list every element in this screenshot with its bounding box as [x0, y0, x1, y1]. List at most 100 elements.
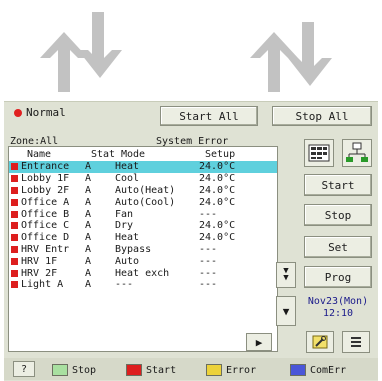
- row-stat: A: [85, 243, 92, 255]
- unit-list: Name Stat Mode Setup Entrance A Heat 24.0°C…: [8, 146, 278, 352]
- table-row[interactable]: HRV 1F A Auto ---: [9, 255, 277, 267]
- row-mode: Auto(Heat): [115, 184, 176, 196]
- row-mode: Heat: [115, 232, 140, 244]
- row-setup: 24.0°C: [199, 161, 236, 173]
- legend-start: Start: [126, 364, 176, 376]
- row-stat: A: [85, 255, 92, 267]
- row-name: Light A: [21, 279, 64, 291]
- row-stat: A: [85, 267, 92, 279]
- status-square-icon: [11, 175, 18, 183]
- stop-all-button[interactable]: Stop All: [272, 106, 372, 126]
- row-mode: Cool: [115, 173, 140, 185]
- table-row[interactable]: Lobby 1F A Cool 24.0°C: [9, 173, 277, 185]
- column-setup: Setup: [205, 148, 236, 160]
- legend-swatch: [126, 364, 142, 376]
- row-name: HRV Entr: [21, 243, 70, 255]
- row-name: Office D: [21, 232, 70, 244]
- table-row[interactable]: Light A A --- ---: [9, 279, 277, 291]
- table-row[interactable]: HRV Entr A Bypass ---: [9, 244, 277, 256]
- tools-button[interactable]: [306, 331, 334, 353]
- row-mode: Heat exch: [115, 267, 170, 279]
- status-square-icon: [11, 186, 18, 194]
- row-name: HRV 1F: [21, 255, 58, 267]
- table-row[interactable]: Lobby 2F A Auto(Heat) 24.0°C: [9, 185, 277, 197]
- status-square-icon: [11, 269, 18, 277]
- table-row[interactable]: HRV 2F A Heat exch ---: [9, 267, 277, 279]
- column-name: Name: [27, 148, 52, 160]
- page-down-button[interactable]: ▼ ▼: [276, 262, 296, 288]
- legend-label: Stop: [72, 364, 97, 376]
- list-rows: Entrance A Heat 24.0°C Lobby 1F A Cool 24.0°C Lo…: [9, 161, 277, 291]
- status-square-icon: [11, 234, 18, 242]
- row-name: Office B: [21, 208, 70, 220]
- row-stat: A: [85, 279, 92, 291]
- row-stat: A: [85, 161, 92, 173]
- row-setup: 24.0°C: [199, 184, 236, 196]
- time-text: 12:10: [322, 308, 354, 319]
- legend-label: ComErr: [310, 364, 347, 376]
- set-button[interactable]: Set: [304, 236, 372, 258]
- table-row[interactable]: Office B A Fan ---: [9, 208, 277, 220]
- row-name: Office A: [21, 196, 70, 208]
- prog-button[interactable]: Prog: [304, 266, 372, 288]
- scroll-down-button[interactable]: ▼: [276, 296, 296, 326]
- help-button[interactable]: ?: [13, 361, 35, 377]
- down-arrow-icon: [78, 12, 122, 78]
- stop-label: Stop: [324, 208, 352, 222]
- start-all-label: Start All: [179, 109, 239, 123]
- tools-icon: [312, 335, 328, 349]
- network-button[interactable]: [342, 139, 372, 167]
- group-view-button[interactable]: [304, 139, 334, 167]
- legend-label: Error: [226, 364, 257, 376]
- table-row[interactable]: Office A A Auto(Cool) 24.0°C: [9, 196, 277, 208]
- row-setup: 24.0°C: [199, 220, 236, 232]
- status-dot-icon: [14, 108, 22, 117]
- row-mode: Fan: [115, 208, 134, 220]
- row-mode: Heat: [115, 161, 140, 173]
- row-setup: ---: [199, 208, 218, 220]
- row-mode: Bypass: [115, 243, 152, 255]
- legend-swatch: [290, 364, 306, 376]
- status-square-icon: [11, 210, 18, 218]
- start-all-button[interactable]: Start All: [160, 106, 258, 126]
- row-mode: Auto(Cool): [115, 196, 176, 208]
- date-text: Nov23(Mon): [307, 296, 369, 307]
- row-stat: A: [85, 220, 92, 232]
- list-header: Name Stat Mode Setup: [9, 147, 277, 161]
- status-indicator: Normal: [14, 106, 66, 119]
- help-label: ?: [20, 363, 28, 375]
- up-arrow-icon: [250, 32, 298, 92]
- menu-icon: [351, 337, 361, 347]
- menu-button[interactable]: [342, 331, 370, 353]
- column-stat: Stat: [91, 148, 116, 160]
- row-stat: A: [85, 184, 92, 196]
- status-square-icon: [11, 198, 18, 206]
- start-button[interactable]: Start: [304, 174, 372, 196]
- status-square-icon: [11, 163, 18, 171]
- table-row[interactable]: Office D A Heat 24.0°C: [9, 232, 277, 244]
- stop-button[interactable]: Stop: [304, 204, 372, 226]
- table-row[interactable]: Office C A Dry 24.0°C: [9, 220, 277, 232]
- row-name: Lobby 2F: [21, 184, 70, 196]
- status-square-icon: [11, 257, 18, 265]
- row-stat: A: [85, 196, 92, 208]
- row-name: Office C: [21, 220, 70, 232]
- scroll-right-button[interactable]: ▶: [246, 333, 272, 351]
- datetime-display: Nov23(Mon) 12:10: [306, 296, 370, 320]
- row-setup: ---: [199, 255, 218, 267]
- chevron-right-icon: ▶: [255, 335, 263, 349]
- column-mode: Mode: [121, 148, 146, 160]
- row-stat: A: [85, 232, 92, 244]
- legend-label: Start: [146, 364, 177, 376]
- row-setup: ---: [199, 267, 218, 279]
- row-setup: 24.0°C: [199, 196, 236, 208]
- row-name: Entrance: [21, 161, 70, 173]
- status-text: Normal: [26, 106, 66, 119]
- stop-all-label: Stop All: [295, 109, 349, 123]
- grid-icon: [308, 144, 330, 162]
- table-row[interactable]: Entrance A Heat 24.0°C: [9, 161, 277, 173]
- row-name: Lobby 1F: [21, 173, 70, 185]
- legend-error: Error: [206, 364, 256, 376]
- start-label: Start: [321, 178, 355, 192]
- row-mode: ---: [115, 279, 134, 291]
